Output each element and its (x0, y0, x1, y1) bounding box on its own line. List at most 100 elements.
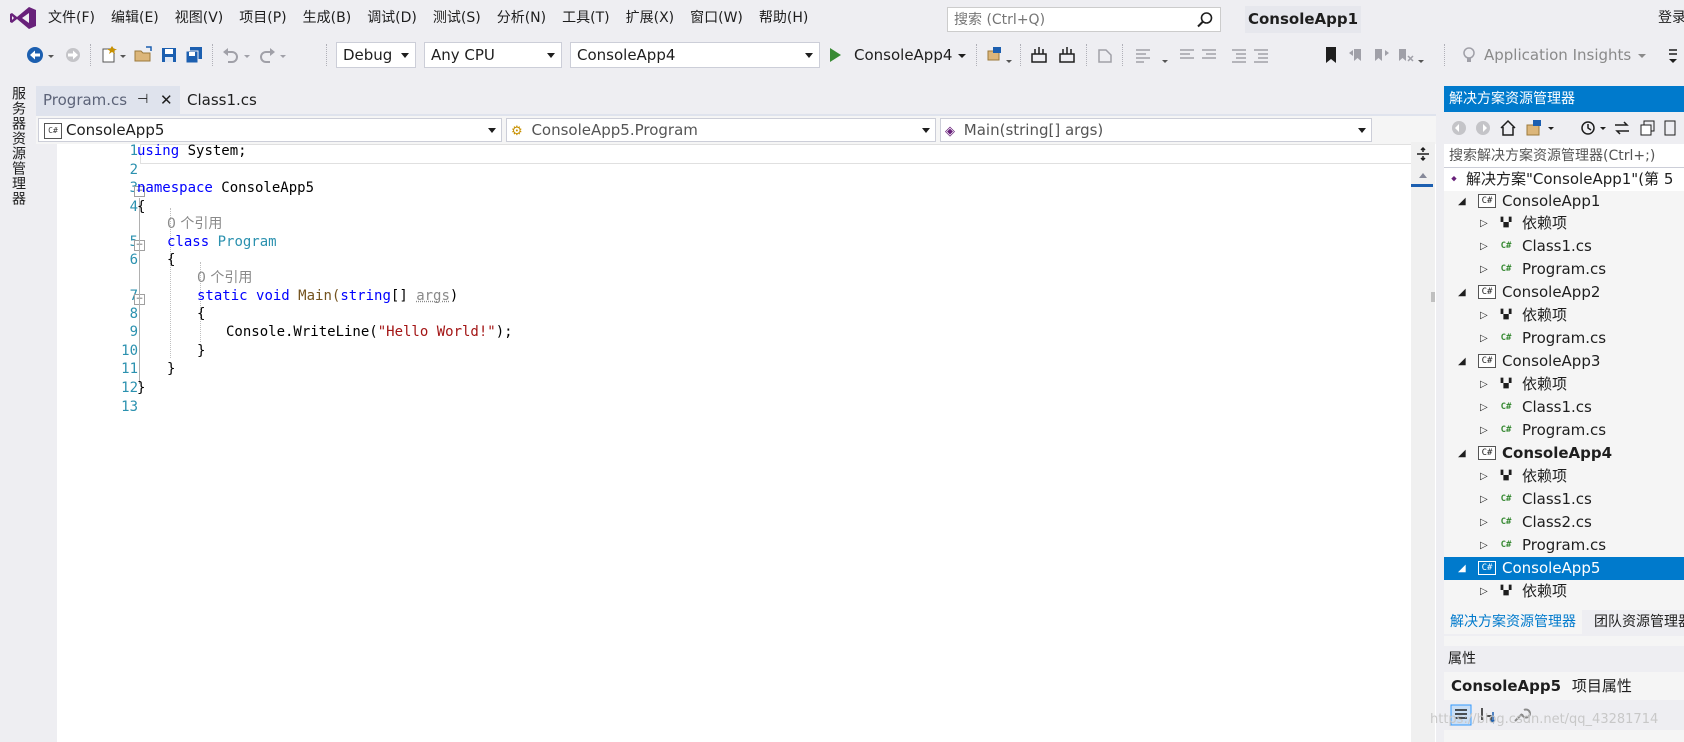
tab-class1-cs[interactable]: Class1.cs (180, 86, 270, 114)
redo-dropdown-icon[interactable] (278, 44, 288, 66)
menu-extensions[interactable]: 扩展(X) (618, 0, 683, 36)
code-editor[interactable]: 1 2 3 4 5 6 7 8 9 10 11 12 13 − − − usin… (36, 144, 1436, 742)
home-icon[interactable] (1498, 118, 1518, 138)
tree-item-project[interactable]: ◢ C# ConsoleApp2 (1444, 281, 1684, 304)
collapse-all-icon[interactable] (1638, 118, 1658, 138)
decrease-indent-icon[interactable] (1228, 44, 1250, 66)
menu-file[interactable]: 文件(F) (40, 0, 103, 36)
collapsed-arrow-icon[interactable]: ▷ (1480, 488, 1488, 511)
scroll-thumb[interactable] (1431, 292, 1435, 302)
forward-navigate-icon[interactable] (62, 44, 84, 66)
tab-program-cs[interactable]: Program.cs ⊣ ✕ (36, 86, 180, 114)
tree-item-dependencies[interactable]: ▷ ▚▞ 依赖项 (1444, 580, 1684, 600)
format-dropdown-icon[interactable] (1160, 44, 1170, 66)
chevron-down-icon[interactable] (1546, 118, 1556, 138)
editor-vertical-scrollbar[interactable] (1411, 142, 1435, 742)
chevron-down-icon[interactable] (1598, 118, 1608, 138)
tree-item-file[interactable]: ▷ C# Class1.cs (1444, 235, 1684, 258)
new-dropdown-icon[interactable] (118, 44, 128, 66)
pin-icon[interactable]: ⊣ (137, 86, 148, 114)
comment-icon[interactable] (1176, 44, 1198, 66)
save-all-icon[interactable] (183, 44, 205, 66)
menu-view[interactable]: 视图(V) (167, 0, 232, 36)
menu-edit[interactable]: 编辑(E) (103, 0, 167, 36)
tree-item-file[interactable]: ▷ C# Program.cs (1444, 534, 1684, 557)
collapsed-arrow-icon[interactable]: ▷ (1480, 580, 1488, 600)
collapsed-arrow-icon[interactable]: ▷ (1480, 327, 1488, 350)
collapsed-arrow-icon[interactable]: ▷ (1480, 235, 1488, 258)
expanded-arrow-icon[interactable]: ◢ (1458, 442, 1466, 465)
menu-tools[interactable]: 工具(T) (554, 0, 617, 36)
search-icon[interactable] (1196, 11, 1214, 29)
collapsed-arrow-icon[interactable]: ▷ (1480, 465, 1488, 488)
properties-panel-title[interactable]: 属性 (1444, 646, 1684, 672)
server-explorer-tab[interactable]: 服务器资源管理器 (8, 86, 28, 206)
tab-team-explorer[interactable]: 团队资源管理器 (1590, 610, 1684, 634)
publish-icon[interactable] (1094, 44, 1116, 66)
split-window-icon[interactable] (1415, 146, 1431, 162)
back-dropdown-icon[interactable] (46, 44, 56, 66)
tree-item-file[interactable]: ▷ C# Program.cs (1444, 419, 1684, 442)
tree-item-dependencies[interactable]: ▷ ▚▞ 依赖项 (1444, 212, 1684, 235)
collapsed-arrow-icon[interactable]: ▷ (1480, 534, 1488, 557)
new-project-icon[interactable] (98, 44, 120, 66)
expanded-arrow-icon[interactable]: ◢ (1458, 557, 1466, 580)
collapsed-arrow-icon[interactable]: ▷ (1480, 304, 1488, 327)
solution-configuration-select[interactable]: Debug (336, 42, 416, 68)
switch-views-icon[interactable] (1524, 118, 1544, 138)
collapsed-arrow-icon[interactable]: ▷ (1480, 419, 1488, 442)
increase-indent-icon[interactable] (1250, 44, 1272, 66)
member-dropdown[interactable]: ◈ Main(string[] args) (940, 118, 1372, 142)
format-selection-icon[interactable] (1132, 44, 1154, 66)
tree-item-file[interactable]: ▷ C# Class2.cs (1444, 511, 1684, 534)
menu-debug[interactable]: 调试(D) (359, 0, 425, 36)
startup-project-select[interactable]: ConsoleApp4 (570, 42, 820, 68)
application-insights-button[interactable]: Application Insights (1462, 42, 1649, 68)
open-folder-icon[interactable] (132, 44, 154, 66)
sync-with-document-icon[interactable] (1612, 118, 1632, 138)
collapsed-arrow-icon[interactable]: ▷ (1480, 396, 1488, 419)
next-bookmark-icon[interactable] (1370, 44, 1392, 66)
browser-dropdown-icon[interactable] (1004, 44, 1014, 66)
browser-link-icon[interactable] (984, 44, 1006, 66)
bookmark-icon[interactable] (1320, 44, 1342, 66)
tree-item-dependencies[interactable]: ▷ ▚▞ 依赖项 (1444, 373, 1684, 396)
forward-icon[interactable] (1474, 119, 1492, 137)
rebuild-solution-icon[interactable] (1056, 44, 1078, 66)
collapsed-arrow-icon[interactable]: ▷ (1480, 511, 1488, 534)
save-icon[interactable] (158, 44, 180, 66)
menu-analyze[interactable]: 分析(N) (489, 0, 554, 36)
tree-item-project-selected[interactable]: ◢ C# ConsoleApp5 (1444, 557, 1684, 580)
solution-search-input[interactable]: 搜索解决方案资源管理器(Ctrl+;) (1444, 144, 1684, 168)
expanded-arrow-icon[interactable]: ◢ (1458, 281, 1466, 304)
menu-project[interactable]: 项目(P) (231, 0, 294, 36)
pending-changes-filter-icon[interactable] (1578, 118, 1598, 138)
menu-test[interactable]: 测试(S) (425, 0, 489, 36)
redo-icon[interactable] (256, 44, 278, 66)
scroll-up-icon[interactable] (1417, 170, 1429, 180)
tree-item-file[interactable]: ▷ C# Class1.cs (1444, 488, 1684, 511)
tree-item-project[interactable]: ◢ C# ConsoleApp1 (1444, 190, 1684, 213)
menu-window[interactable]: 窗口(W) (682, 0, 751, 36)
tree-item-file[interactable]: ▷ C# Class1.cs (1444, 396, 1684, 419)
codelens-references[interactable]: 0 个引用 (167, 214, 222, 234)
collapsed-arrow-icon[interactable]: ▷ (1480, 258, 1488, 281)
back-navigate-icon[interactable] (24, 44, 46, 66)
codelens-references[interactable]: 0 个引用 (197, 268, 252, 288)
previous-bookmark-icon[interactable] (1346, 44, 1368, 66)
solution-platform-select[interactable]: Any CPU (424, 42, 562, 68)
properties-object-selector[interactable]: ConsoleApp5 项目属性 (1444, 672, 1684, 700)
bookmark-dropdown-icon[interactable] (1416, 44, 1426, 66)
toolbar-options-icon[interactable] (1662, 44, 1684, 66)
menu-help[interactable]: 帮助(H) (751, 0, 816, 36)
tree-item-project[interactable]: ◢ C# ConsoleApp3 (1444, 350, 1684, 373)
tree-item-dependencies[interactable]: ▷ ▚▞ 依赖项 (1444, 465, 1684, 488)
show-all-files-icon[interactable] (1662, 118, 1682, 138)
menu-build[interactable]: 生成(B) (295, 0, 360, 36)
tree-item-file[interactable]: ▷ C# Program.cs (1444, 327, 1684, 350)
close-icon[interactable]: ✕ (160, 86, 173, 114)
tab-solution-explorer[interactable]: 解决方案资源管理器 (1444, 610, 1582, 634)
solution-explorer-title[interactable]: 解决方案资源管理器 (1444, 86, 1684, 112)
collapsed-arrow-icon[interactable]: ▷ (1480, 373, 1488, 396)
build-solution-icon[interactable] (1028, 44, 1050, 66)
